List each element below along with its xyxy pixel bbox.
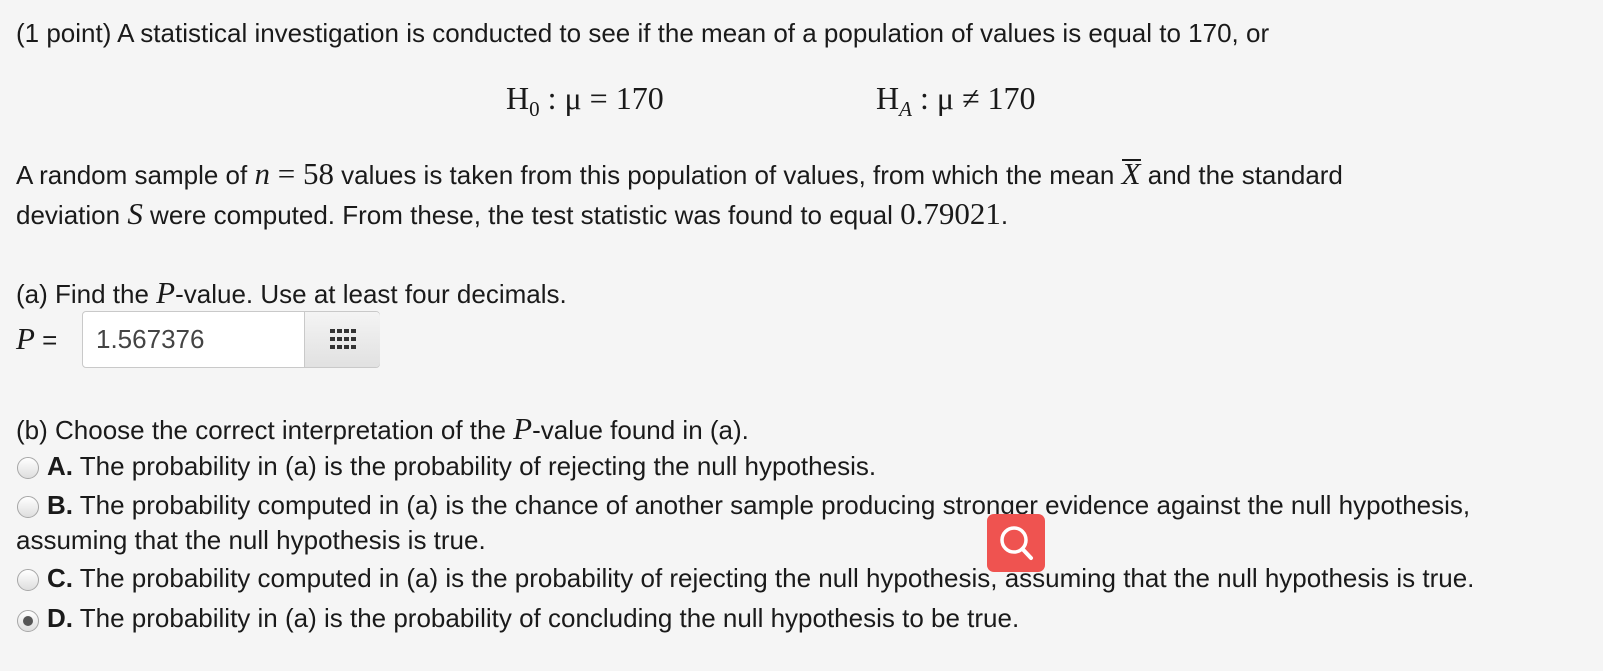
option-a-radio[interactable] bbox=[17, 457, 39, 479]
answer-field-group bbox=[82, 311, 380, 368]
xbar-symbol: X bbox=[1121, 156, 1141, 191]
option-d-radio[interactable] bbox=[17, 610, 39, 632]
answer-label: P = bbox=[16, 321, 58, 356]
option-b-label-continued: assuming that the null hypothesis is tru… bbox=[16, 525, 486, 555]
part-b-prompt: (b) Choose the correct interpretation of… bbox=[16, 411, 749, 446]
option-c-radio[interactable] bbox=[17, 569, 39, 591]
keypad-button[interactable] bbox=[305, 312, 380, 367]
option-b-radio[interactable] bbox=[17, 496, 39, 518]
option-c-label: C. The probability computed in (a) is th… bbox=[47, 563, 1475, 593]
problem-intro: (1 point) A statistical investigation is… bbox=[16, 18, 1270, 48]
sample-description-line2: deviation S were computed. From these, t… bbox=[16, 196, 1009, 231]
search-icon bbox=[1000, 526, 1033, 560]
alternative-hypothesis: HA : μ ≠ 170 bbox=[876, 80, 1036, 121]
part-a-prompt: (a) Find the P-value. Use at least four … bbox=[16, 275, 567, 310]
option-a-label: A. The probability in (a) is the probabi… bbox=[47, 451, 877, 481]
grid-icon bbox=[330, 329, 356, 349]
search-button[interactable] bbox=[987, 514, 1045, 572]
option-b-label: B. The probability computed in (a) is th… bbox=[47, 490, 1471, 520]
option-d-label: D. The probability in (a) is the probabi… bbox=[47, 603, 1020, 633]
sample-description-line1: A random sample of n = 58 values is take… bbox=[16, 156, 1343, 191]
null-hypothesis: H0 : μ = 170 bbox=[506, 80, 664, 121]
p-value-input[interactable] bbox=[83, 312, 305, 367]
test-statistic-value: 0.79021 bbox=[900, 196, 1001, 231]
